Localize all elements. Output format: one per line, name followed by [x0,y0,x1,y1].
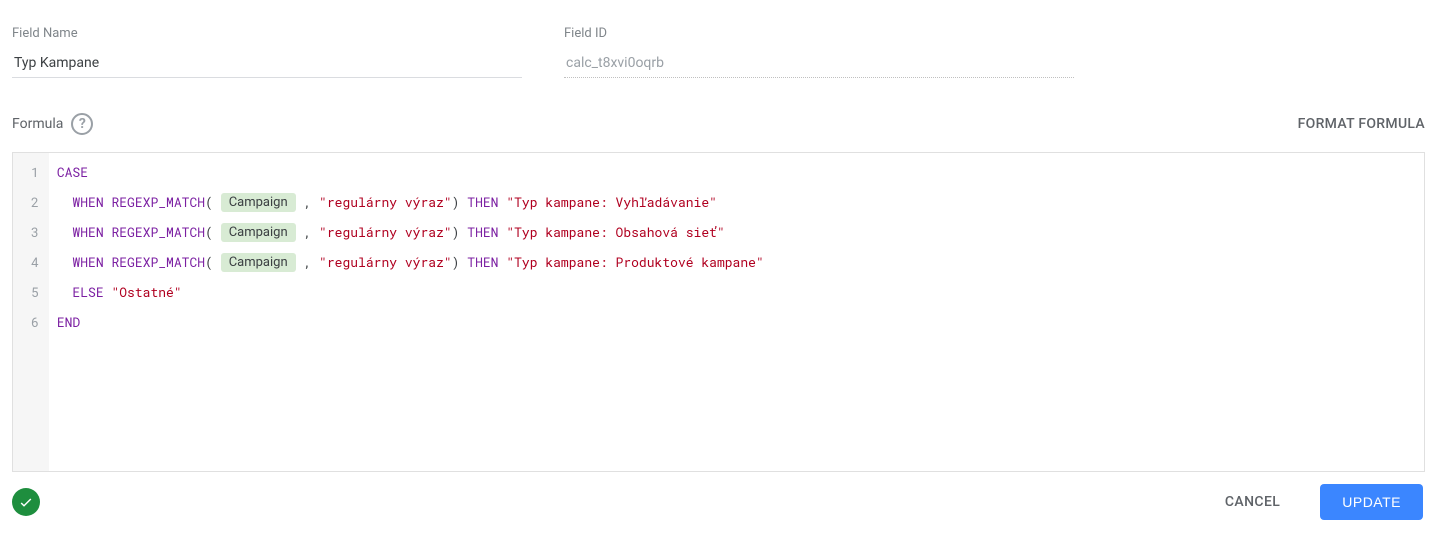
cancel-button[interactable]: CANCEL [1207,484,1298,520]
line-number: 2 [31,187,39,217]
code-line[interactable]: WHEN REGEXP_MATCH( Campaign , "regulárny… [57,217,1416,247]
field-id-group: Field ID [564,26,1074,78]
code-line[interactable]: END [57,307,1416,337]
line-number: 5 [31,277,39,307]
calculated-field-editor: Field Name Field ID Formula ? FORMAT FOR… [0,0,1437,536]
field-chip-campaign[interactable]: Campaign [221,253,296,272]
code-line[interactable]: ELSE "Ostatné" [57,277,1416,307]
field-name-input[interactable] [12,49,522,78]
formula-header-left: Formula ? [12,113,93,135]
line-number: 6 [31,307,39,337]
code-line[interactable]: CASE [57,157,1416,187]
field-name-label: Field Name [12,26,522,41]
line-number: 3 [31,217,39,247]
line-gutter: 123456 [13,153,49,471]
field-inputs-row: Field Name Field ID [12,26,1425,78]
field-name-group: Field Name [12,26,522,78]
footer-actions: CANCEL UPDATE [1207,484,1423,520]
field-chip-campaign[interactable]: Campaign [221,193,296,212]
formula-editor[interactable]: 123456 CASE WHEN REGEXP_MATCH( Campaign … [12,152,1425,472]
formula-label: Formula [12,116,63,132]
field-chip-campaign[interactable]: Campaign [221,223,296,242]
update-button[interactable]: UPDATE [1320,484,1423,520]
formula-header: Formula ? FORMAT FORMULA [12,110,1425,138]
help-icon[interactable]: ? [71,113,93,135]
footer-row: CANCEL UPDATE [12,484,1425,520]
field-id-input [564,49,1074,78]
code-area[interactable]: CASE WHEN REGEXP_MATCH( Campaign , "regu… [49,153,1424,471]
checkmark-icon [18,494,34,510]
code-line[interactable]: WHEN REGEXP_MATCH( Campaign , "regulárny… [57,187,1416,217]
field-id-label: Field ID [564,26,1074,41]
status-ok-icon [12,488,40,516]
code-line[interactable]: WHEN REGEXP_MATCH( Campaign , "regulárny… [57,247,1416,277]
line-number: 4 [31,247,39,277]
format-formula-button[interactable]: FORMAT FORMULA [1298,110,1425,138]
line-number: 1 [31,157,39,187]
